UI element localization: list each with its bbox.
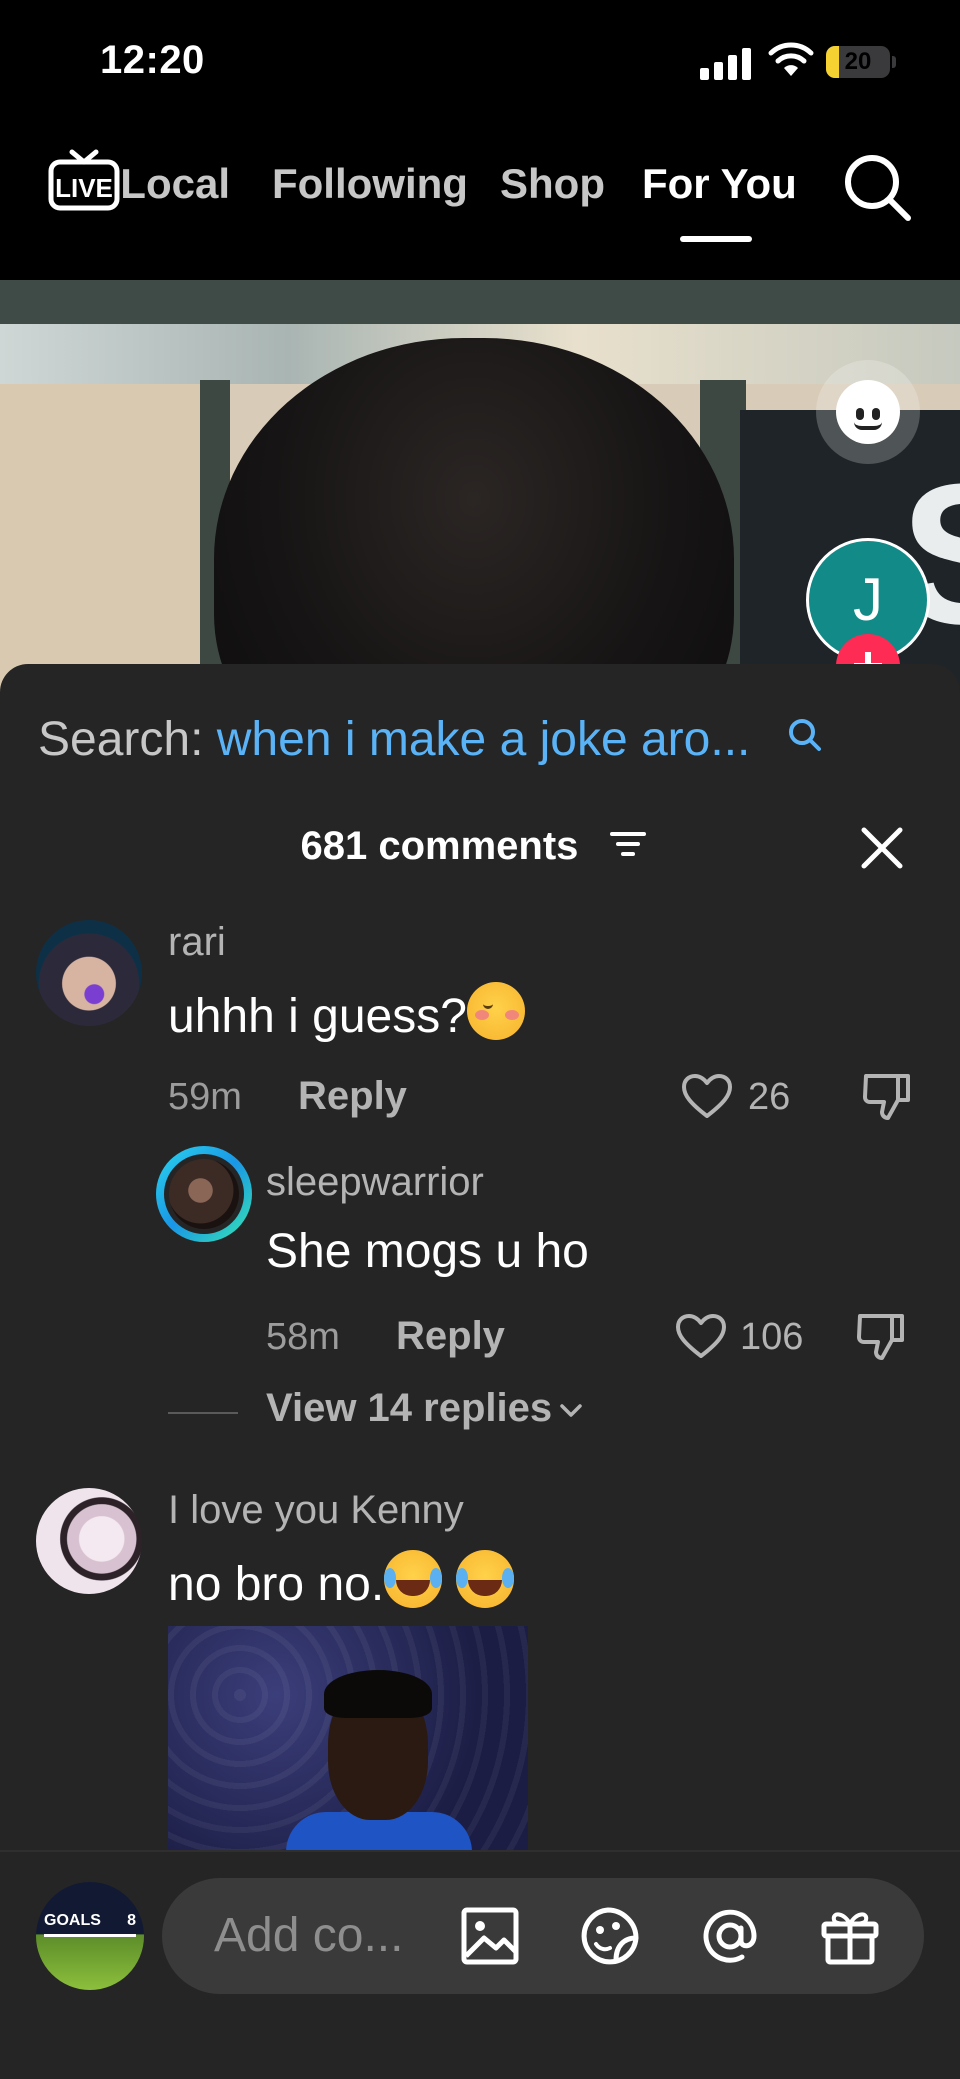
like-count: 106 [740, 1316, 804, 1358]
reply-button[interactable]: Reply [298, 1074, 407, 1119]
comment-time: 59m [168, 1076, 242, 1118]
reply-text: She mogs u ho [266, 1225, 589, 1278]
view-replies-button[interactable]: View 14 replies [266, 1386, 584, 1431]
comment-author[interactable]: I love you Kenny [168, 1488, 464, 1533]
avatar[interactable] [156, 1146, 252, 1242]
heart-icon[interactable] [680, 1072, 734, 1120]
video-subject [214, 338, 734, 700]
comment-text: no bro no. [168, 1550, 514, 1612]
wifi-icon [768, 42, 814, 76]
avatar-text: GOALS [44, 1912, 101, 1929]
tab-following[interactable]: Following [272, 160, 468, 208]
battery-level: 20 [844, 48, 872, 75]
tab-shop[interactable]: Shop [500, 160, 605, 208]
search-query[interactable]: when i make a joke aro... [217, 713, 751, 766]
comments-header: 681 comments [0, 824, 960, 869]
laughing-face-icon [455, 1550, 514, 1608]
video-bg [0, 384, 210, 700]
sticker-emoji-icon[interactable] [578, 1904, 642, 1968]
search-suggestion[interactable]: Search: when i make a joke aro... [38, 712, 750, 767]
tab-for-you[interactable]: For You [642, 160, 797, 208]
gift-icon[interactable] [818, 1904, 882, 1968]
dislike-icon[interactable] [854, 1310, 908, 1362]
laughing-face-icon [384, 1550, 443, 1608]
search-icon[interactable] [840, 150, 914, 224]
divider [168, 1412, 238, 1414]
heart-icon[interactable] [674, 1312, 728, 1360]
avatar[interactable]: GOALS 8 [36, 1882, 144, 1990]
effect-icon[interactable] [816, 360, 920, 464]
battery-icon: 20 [826, 46, 890, 78]
comments-count: 681 comments [300, 824, 579, 868]
comment-author[interactable]: rari [168, 920, 226, 965]
like-count: 26 [748, 1076, 791, 1118]
avatar[interactable] [36, 920, 142, 1026]
image-icon[interactable] [458, 1904, 522, 1968]
comment-text-body: no bro no. [168, 1558, 385, 1611]
chevron-down-icon [560, 1404, 582, 1418]
active-tab-underline [680, 236, 752, 242]
video-player[interactable]: S J [0, 280, 960, 700]
comment-gif[interactable] [168, 1626, 528, 1856]
tab-local[interactable]: Local [104, 160, 230, 208]
nav-tabs: Local Following Shop For You [0, 120, 960, 280]
flushed-face-icon [466, 982, 525, 1040]
comment-input-placeholder[interactable]: Add co... [214, 1908, 403, 1963]
status-time: 12:20 [100, 38, 205, 82]
comment-text-body: uhhh i guess? [168, 990, 467, 1043]
avatar-number: 8 [127, 1912, 136, 1929]
dislike-icon[interactable] [860, 1070, 914, 1122]
comment-text: uhhh i guess? [168, 982, 525, 1044]
reply-button[interactable]: Reply [396, 1314, 505, 1359]
signal-icon [700, 46, 752, 80]
battery-nub [892, 56, 896, 68]
video-bg [0, 280, 960, 324]
sort-filter-icon[interactable] [609, 829, 646, 859]
status-bar: 12:20 20 [0, 0, 960, 120]
reply-author[interactable]: sleepwarrior [266, 1160, 484, 1205]
mention-icon[interactable] [698, 1904, 762, 1968]
reply-time: 58m [266, 1316, 340, 1358]
search-icon[interactable] [786, 716, 824, 754]
avatar[interactable] [36, 1488, 142, 1594]
top-nav: LIVE Local Following Shop For You [0, 120, 960, 280]
comment-input-bar: GOALS 8 Add co... [0, 1850, 960, 2079]
view-replies-label: View 14 replies [266, 1386, 553, 1430]
search-prefix: Search: [38, 713, 217, 766]
close-icon[interactable] [858, 824, 906, 872]
